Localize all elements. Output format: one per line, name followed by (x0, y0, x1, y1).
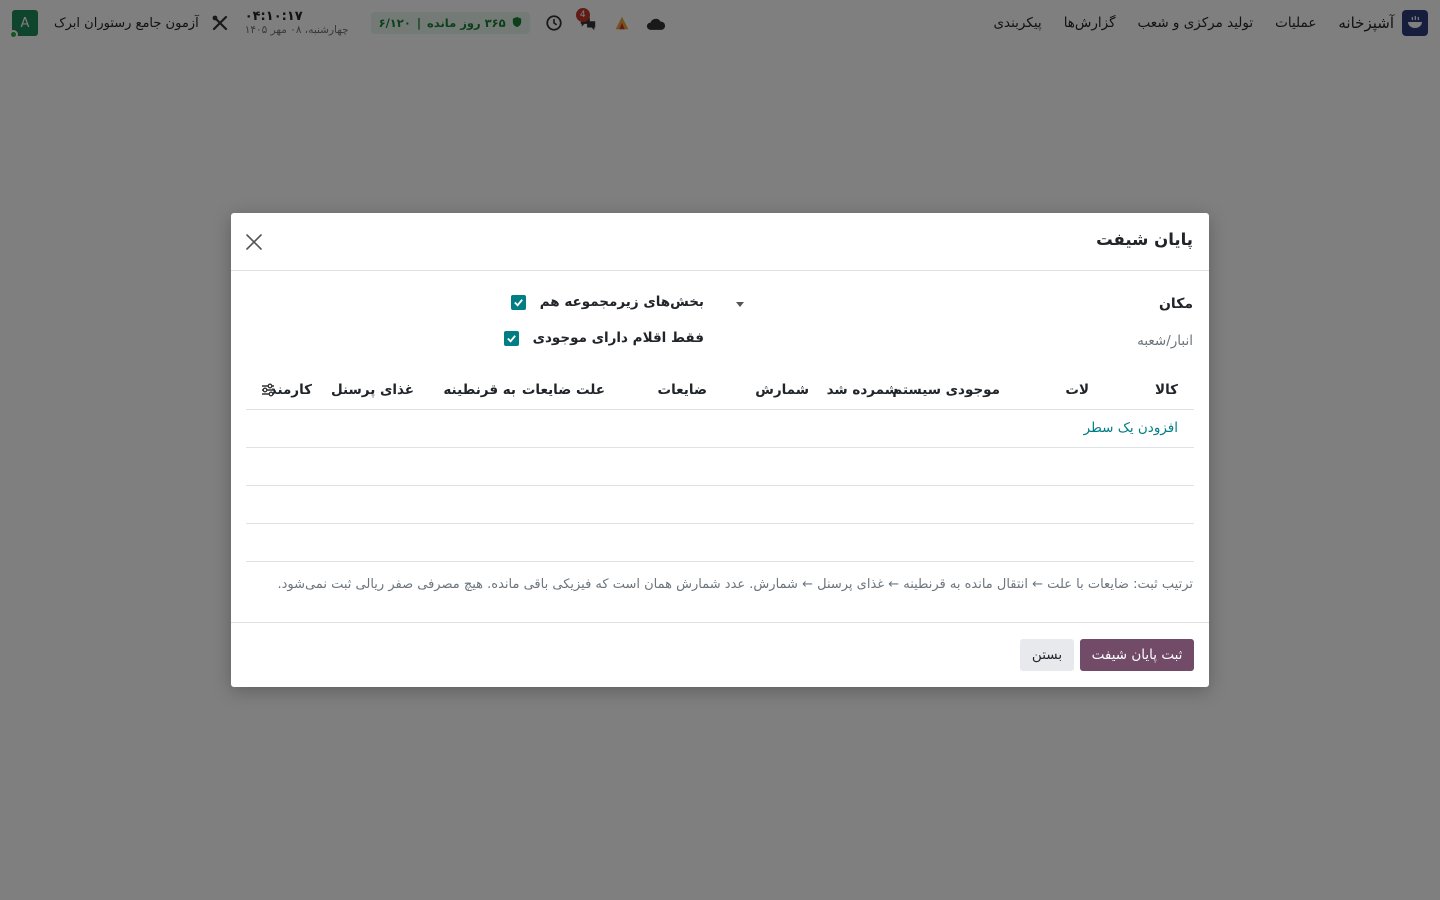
modal-body: مکان انبار/شعبه بخش‌های زیرمجموعه هم فقط… (231, 271, 1209, 622)
location-label: مکان (1158, 296, 1193, 312)
include-children-checkbox[interactable] (510, 294, 526, 310)
include-children-row: بخش‌های زیرمجموعه هم (510, 294, 704, 310)
add-line-link[interactable]: افزودن یک سطر (1084, 420, 1178, 436)
close-icon[interactable] (245, 233, 263, 251)
modal-footer: ثبت پایان شیفت بستن (231, 622, 1209, 687)
only-stock-row: فقط اقلام دارای موجودی (503, 330, 704, 346)
table-row-empty (246, 486, 1194, 524)
close-button[interactable]: بستن (1020, 639, 1074, 671)
submit-end-shift-button[interactable]: ثبت پایان شیفت (1080, 639, 1194, 671)
column-waste-reason[interactable]: علت ضایعات (522, 382, 605, 398)
column-staff-meal[interactable]: غذای پرسنل (331, 382, 414, 398)
only-stock-checkbox[interactable] (503, 330, 519, 346)
instructions-note: ترتیب ثبت: ضایعات با علت ← انتقال مانده … (277, 577, 1193, 592)
count-lines-table: کالا لات موجودی سیستم شمرده شد شمارش ضای… (246, 368, 1194, 562)
table-header: کالا لات موجودی سیستم شمرده شد شمارش ضای… (246, 368, 1194, 410)
table-row-empty (246, 448, 1194, 486)
check-icon (506, 334, 516, 343)
modal-header: پایان شیفت (231, 213, 1209, 271)
column-count[interactable]: شمارش (755, 382, 809, 398)
column-lot[interactable]: لات (1065, 382, 1089, 398)
modal-title: پایان شیفت (1096, 230, 1193, 249)
include-children-label: بخش‌های زیرمجموعه هم (539, 294, 704, 310)
column-waste[interactable]: ضایعات (658, 382, 707, 398)
column-product[interactable]: کالا (1155, 382, 1178, 398)
end-shift-dialog: پایان شیفت مکان انبار/شعبه بخش‌های زیرمج… (231, 213, 1209, 687)
column-system-stock[interactable]: موجودی سیستم (892, 382, 1000, 398)
location-dropdown-caret-icon[interactable] (736, 302, 744, 307)
check-icon (513, 298, 523, 307)
table-row-add: افزودن یک سطر (246, 410, 1194, 448)
table-row-empty (246, 524, 1194, 562)
column-to-quarantine[interactable]: به قرنطینه (443, 382, 516, 398)
location-field[interactable]: انبار/شعبه (1137, 333, 1193, 349)
optional-columns-icon[interactable] (260, 382, 276, 398)
only-stock-label: فقط اقلام دارای موجودی (532, 330, 704, 346)
column-counted[interactable]: شمرده شد (827, 382, 898, 398)
